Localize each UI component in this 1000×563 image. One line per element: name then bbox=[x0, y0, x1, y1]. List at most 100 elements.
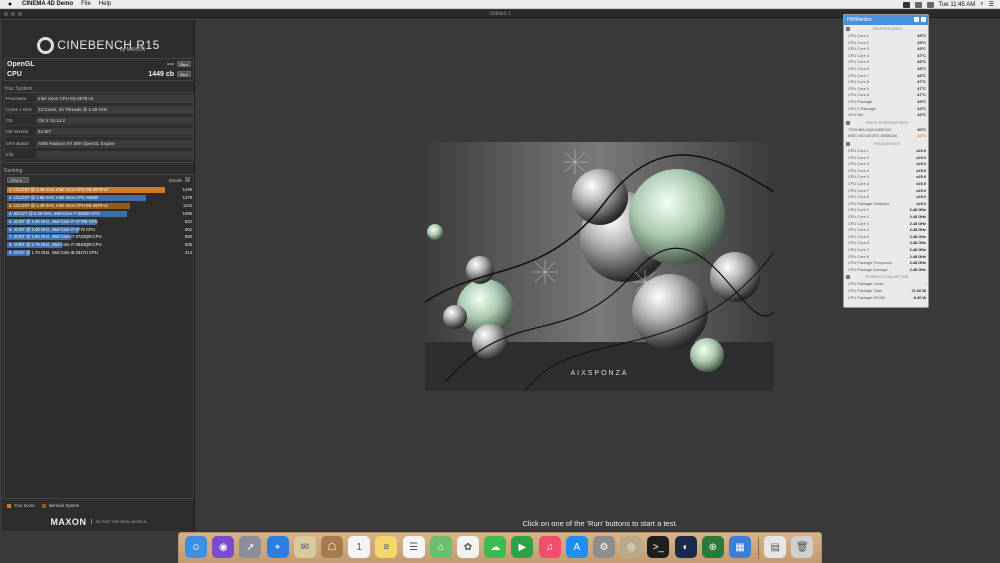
sensor-name: CPU Core 5 bbox=[848, 233, 869, 239]
sensor-name: TOSHIBA MQ01ABD100 bbox=[848, 126, 891, 132]
sensor-value: 46°C bbox=[917, 72, 926, 78]
your-score-swatch bbox=[7, 503, 11, 508]
volume-icon[interactable] bbox=[926, 1, 934, 8]
hwmonitor-section-title: DRIVE TEMPERATURES bbox=[865, 120, 909, 125]
sensor-value: 71.60 W bbox=[911, 288, 927, 293]
hwmonitor-icon[interactable]: ⊕ bbox=[701, 536, 724, 558]
ranking-label: 8. 4C/8T @ 2.79 GHz, Intel Core i7-3840Q… bbox=[9, 242, 102, 248]
system-preferences-icon[interactable]: ⚙ bbox=[593, 536, 615, 558]
menu-clock[interactable]: Tue 11:45 AM bbox=[939, 2, 976, 8]
hwmonitor-section-header: DRIVE TEMPERATURES bbox=[846, 120, 928, 126]
details-toggle[interactable]: Details bbox=[169, 177, 190, 183]
facetime-icon[interactable]: ▶ bbox=[511, 536, 534, 558]
sensor-name: CPU Core 2 bbox=[848, 154, 869, 160]
ranking-row[interactable]: 2. 12C/24T @ 2.66 GHz, Intel Xeon CPU X5… bbox=[7, 194, 193, 201]
sensor-name: CPU Package Multiplier bbox=[848, 200, 890, 206]
details-arrow-icon[interactable] bbox=[185, 177, 190, 182]
utilities-icon[interactable]: ▦ bbox=[729, 536, 751, 558]
ranking-row[interactable]: 7. 4C/8T @ 2.60 GHz, Intel Core i7-3720Q… bbox=[7, 234, 193, 241]
opengl-run-button[interactable]: Run bbox=[177, 61, 191, 67]
cpu-score-row: CPU 1449 cb Run bbox=[4, 70, 194, 79]
safari-icon[interactable]: ⌖ bbox=[266, 536, 289, 558]
menu-app-name[interactable]: CINEMA 4D Demo bbox=[22, 1, 73, 7]
finder-icon[interactable]: ☺ bbox=[185, 536, 207, 558]
ranking-row[interactable]: 9. 2C/4T @ 1.70 GHz, Intel Core i5-3317U… bbox=[7, 250, 193, 257]
music-icon[interactable]: ♫ bbox=[538, 536, 561, 558]
trash-icon[interactable]: 🗑 bbox=[791, 536, 814, 558]
hwmonitor-window: HWMonitor TEMPERATURES CPU Core 1 49°C CPU … bbox=[843, 14, 929, 308]
system-row-value: OS X 10.14.2 bbox=[36, 117, 193, 125]
messages-icon[interactable]: ☁ bbox=[484, 536, 507, 558]
hwmonitor-row: CPU Core 5 46°C bbox=[848, 59, 928, 66]
hwmonitor-row: CPU 2 Package 44°C bbox=[848, 106, 928, 113]
hwmonitor-detach-icon[interactable] bbox=[914, 17, 919, 22]
menu-file[interactable]: File bbox=[81, 1, 91, 7]
sensor-name: CPU Core 8 bbox=[848, 79, 869, 85]
hwmonitor-row: CPU Core 2 x25.0 bbox=[848, 155, 928, 162]
utilities-glyph: ▦ bbox=[735, 541, 745, 553]
sensor-name: CPU 2 Package bbox=[848, 105, 876, 111]
hwmonitor-row: CPU Core 3 x25.0 bbox=[848, 161, 928, 168]
siri-icon[interactable]: ◉ bbox=[212, 536, 235, 558]
legend-identical-system: Identical System bbox=[48, 503, 80, 508]
notification-center-icon[interactable]: ☰ bbox=[989, 1, 994, 8]
ranking-row[interactable]: 3. 12C/24T @ 2.49 GHz, Intel Xeon CPU E5… bbox=[7, 202, 193, 209]
app-store-glyph: A bbox=[573, 541, 581, 553]
sensor-name: CPU Core 4 bbox=[848, 167, 869, 173]
ranking-row[interactable]: 5. 4C/8T @ 4.40 GHz, Intel Core i7-4770K… bbox=[7, 218, 193, 225]
documents-glyph: ▤ bbox=[770, 541, 780, 553]
terminal-icon[interactable]: >_ bbox=[647, 536, 670, 558]
hwmonitor-row: CPU Package Total 71.60 W bbox=[848, 288, 928, 295]
opengl-score-row: OpenGL --- Run bbox=[4, 60, 194, 69]
disk-utility-icon[interactable]: ◎ bbox=[620, 536, 643, 558]
app-store-icon[interactable]: A bbox=[565, 536, 588, 558]
photos-icon[interactable]: ✿ bbox=[457, 536, 479, 558]
hwmonitor-title: HWMonitor bbox=[847, 17, 873, 23]
system-row: OS OS X 10.14.2 bbox=[6, 117, 193, 126]
sensor-name: CPU Core 1 bbox=[848, 207, 869, 213]
sensor-value: x25.0 bbox=[916, 187, 926, 193]
sensor-name: CPU Core 4 bbox=[848, 52, 869, 58]
maxon-logo: MAXON 3D FOR THE REAL WORLD bbox=[2, 512, 195, 531]
launchpad-icon[interactable]: ➚ bbox=[239, 536, 262, 558]
sensor-category-icon bbox=[846, 27, 850, 31]
hwmonitor-settings-icon[interactable] bbox=[921, 17, 926, 22]
sensor-value: 49°C bbox=[917, 46, 926, 52]
cpu-score: 1449 cb bbox=[148, 71, 174, 78]
sensor-name: CPU Core 2 bbox=[848, 214, 869, 219]
sensor-value: 46°C bbox=[917, 59, 926, 65]
apple-menu-icon[interactable]: ● bbox=[6, 1, 14, 8]
sensor-value: 2.48 GHz bbox=[909, 220, 926, 226]
reminders-icon[interactable]: ☰ bbox=[402, 536, 425, 558]
ranking-row[interactable]: 4. 6C/12T @ 3.30 GHz, Intel Core i7-3930… bbox=[7, 210, 193, 217]
render-watermark: AIXSPONZA bbox=[570, 370, 629, 377]
contacts-icon[interactable]: ☖ bbox=[321, 536, 343, 558]
menu-help[interactable]: Help bbox=[99, 1, 111, 7]
maps-icon[interactable]: ⌂ bbox=[429, 536, 452, 558]
sensor-value: x25.0 bbox=[916, 154, 926, 160]
status-icon[interactable] bbox=[902, 1, 910, 8]
sensor-name: CPU Package bbox=[848, 99, 873, 104]
ranking-row[interactable]: 6. 4C/8T @ 3.40 GHz, Intel Core i7-3770 … bbox=[7, 226, 193, 233]
sensor-name: CPU Core 8 bbox=[848, 194, 869, 200]
ranking-legend: Your Score Identical System bbox=[7, 503, 79, 508]
cinema-4d-icon[interactable]: ◐ bbox=[674, 536, 697, 558]
sensor-name: CPU Core 6 bbox=[848, 240, 869, 246]
ranking-row[interactable]: 8. 4C/8T @ 2.79 GHz, Intel Core i7-3840Q… bbox=[7, 242, 193, 249]
finder-glyph: ☺ bbox=[190, 541, 202, 553]
spotlight-icon[interactable]: ⌕ bbox=[980, 1, 983, 8]
sensor-name: CPU Core 3 bbox=[848, 220, 869, 226]
sensor-name: CPU Core 5 bbox=[848, 174, 869, 180]
documents-icon[interactable]: ▤ bbox=[764, 536, 787, 558]
sensor-category-icon bbox=[846, 142, 850, 146]
cpu-run-button[interactable]: Run bbox=[177, 71, 191, 77]
ranking-row[interactable]: 1. 12C/24T @ 2.49 GHz, Intel Xeon CPU E5… bbox=[7, 187, 193, 193]
wifi-icon[interactable] bbox=[914, 1, 922, 8]
ranking-type-dropdown[interactable]: CPU ▾ bbox=[7, 177, 29, 183]
calendar-icon[interactable]: 1 bbox=[348, 536, 371, 558]
notes-icon[interactable]: ≡ bbox=[375, 536, 398, 558]
details-label: Details bbox=[169, 178, 182, 183]
mail-icon[interactable]: ✉ bbox=[293, 536, 316, 558]
sensor-name: CPU Core 1 bbox=[848, 148, 869, 153]
hwmonitor-row: TOSHIBA MQ01ABD100 30°C bbox=[848, 127, 928, 134]
